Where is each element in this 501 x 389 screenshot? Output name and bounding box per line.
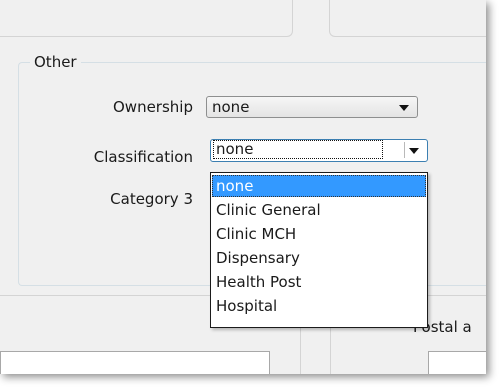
ownership-select-value: none <box>212 98 250 116</box>
dropdown-option[interactable]: none <box>212 175 426 197</box>
postal-address-input[interactable] <box>428 351 486 374</box>
ownership-label: Ownership <box>113 98 193 116</box>
top-panel-right <box>329 0 486 37</box>
combo-divider <box>404 142 405 158</box>
chevron-down-icon <box>399 105 409 111</box>
classification-label: Classification <box>93 148 193 166</box>
top-panel-left <box>0 0 293 37</box>
classification-select[interactable]: none <box>210 139 428 162</box>
dropdown-option[interactable]: Clinic MCH <box>212 223 426 245</box>
dropdown-option[interactable]: Dispensary <box>212 247 426 269</box>
dialog-window: Other Ownership none Classification none… <box>0 0 486 374</box>
text-input-left[interactable] <box>0 351 270 374</box>
classification-dropdown-list: none Clinic General Clinic MCH Dispensar… <box>210 172 428 328</box>
dropdown-option[interactable]: Health Post <box>212 271 426 293</box>
category3-label: Category 3 <box>110 190 193 208</box>
ownership-select[interactable]: none <box>206 96 418 118</box>
groupbox-title: Other <box>30 53 81 71</box>
chevron-down-icon <box>409 148 419 154</box>
classification-select-value: none <box>213 140 383 159</box>
dropdown-option[interactable]: Hospital <box>212 295 426 317</box>
dropdown-option[interactable]: Clinic General <box>212 199 426 221</box>
